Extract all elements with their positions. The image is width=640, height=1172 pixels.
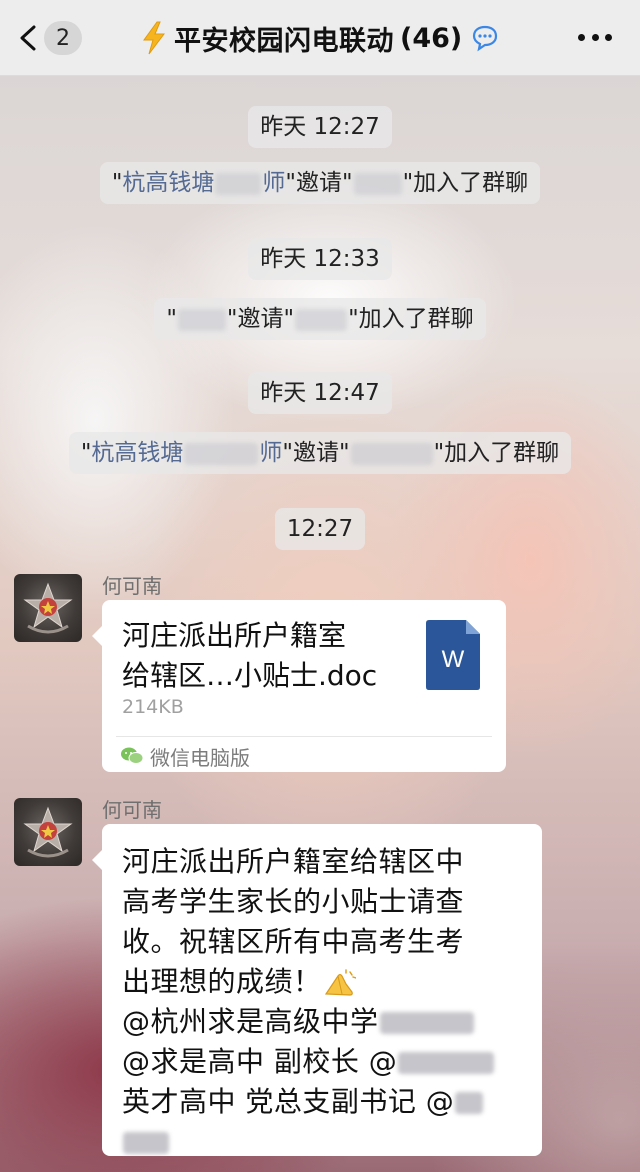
inviter-name[interactable]: 杭高钱塘 xyxy=(122,170,214,196)
chat-bubble-status-icon xyxy=(473,25,498,52)
police-badge-icon xyxy=(23,806,73,858)
more-options-icon[interactable] xyxy=(578,34,612,42)
timestamp: 昨天 12:27 xyxy=(248,106,392,148)
member-count: (46) xyxy=(400,22,463,54)
chat-title: 平安校园闪电联动 xyxy=(174,25,394,57)
system-invite-1: "杭高钱塘 师"邀请" "加入了群聊 xyxy=(0,162,640,204)
back-arrow-icon[interactable] xyxy=(18,25,38,51)
file-message-bubble[interactable]: 河庄派出所户籍室 给辖区…小贴士.doc 214KB W 微信电脑版 xyxy=(92,600,506,772)
text-message-bubble[interactable]: 河庄派出所户籍室给辖区中 高考学生家长的小贴士请查 收。祝辖区所有中高考生考 出… xyxy=(92,824,542,1156)
chat-header: 2 平安校园闪电联动 (46) xyxy=(0,0,640,76)
timestamp: 昨天 12:47 xyxy=(248,372,392,414)
timestamp: 12:27 xyxy=(274,508,366,550)
wechat-icon xyxy=(121,747,144,764)
time-divider: 12:27 xyxy=(0,508,640,550)
praying-hands-emoji-icon xyxy=(324,969,356,996)
file-source-label: 微信电脑版 xyxy=(150,746,250,770)
message-text: 河庄派出所户籍室给辖区中 高考学生家长的小贴士请查 收。祝辖区所有中高考生考 出… xyxy=(122,842,522,1162)
sender-name: 何可南 xyxy=(102,574,162,598)
avatar[interactable] xyxy=(14,574,82,642)
timestamp: 昨天 12:33 xyxy=(248,238,392,280)
invite-notice: "杭高钱塘 师"邀请" "加入了群聊 xyxy=(68,432,572,474)
invite-notice: "杭高钱塘 师"邀请" "加入了群聊 xyxy=(99,162,541,204)
mention[interactable]: @求是高中 副校长 @ xyxy=(122,1045,397,1078)
lightning-bolt-icon xyxy=(143,21,165,55)
system-time-3: 昨天 12:47 xyxy=(0,372,640,414)
system-invite-3: "杭高钱塘 师"邀请" "加入了群聊 xyxy=(0,432,640,474)
police-badge-icon xyxy=(23,582,73,634)
avatar[interactable] xyxy=(14,798,82,866)
system-time-1: 昨天 12:27 xyxy=(0,106,640,148)
mention[interactable]: 英才高中 党总支副书记 @ xyxy=(122,1085,454,1118)
file-icon-letter: W xyxy=(441,646,465,673)
system-time-2: 昨天 12:33 xyxy=(0,238,640,280)
sender-name: 何可南 xyxy=(102,798,162,822)
divider xyxy=(116,736,492,737)
inviter-name[interactable]: 杭高钱塘 xyxy=(91,440,183,466)
system-invite-2: " "邀请" "加入了群聊 xyxy=(0,298,640,340)
chat-title-group[interactable]: 平安校园闪电联动 (46) xyxy=(140,18,500,58)
invite-notice: " "邀请" "加入了群聊 xyxy=(154,298,486,340)
file-name: 河庄派出所户籍室 给辖区…小贴士.doc xyxy=(122,619,378,692)
unread-count-badge[interactable]: 2 xyxy=(44,21,82,55)
mention[interactable]: @杭州求是高级中学 xyxy=(122,1005,379,1038)
file-size: 214KB xyxy=(122,696,184,718)
